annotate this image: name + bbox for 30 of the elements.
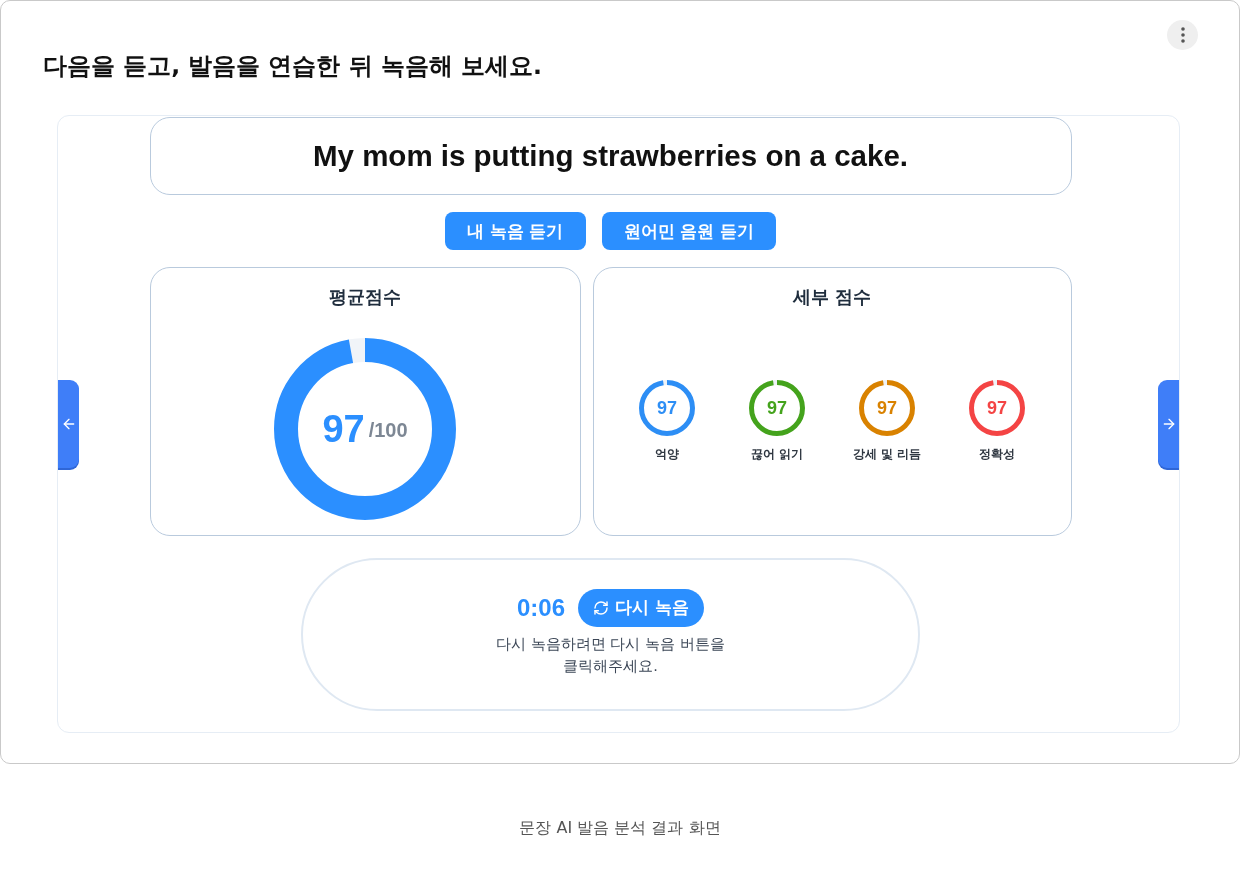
ring-track [661, 380, 668, 386]
play-button[interactable]: 원어민 음원 듣기 [601, 212, 777, 250]
score-max: /100 [368, 419, 408, 442]
score-label: 억양 [655, 446, 679, 463]
hint-text: 다시 녹음하려면 다시 녹음 버튼을 클릭해주세요. [496, 634, 725, 676]
score-label: 정확성 [979, 446, 1015, 463]
refresh-icon [593, 599, 610, 616]
score-label: 끊어 읽기 [750, 446, 804, 463]
ring-track [881, 380, 888, 386]
ring-track [348, 338, 366, 364]
recording-time: 0:06 [517, 593, 566, 622]
more-button[interactable] [1167, 20, 1198, 50]
caption-text: 문장 AI 발음 분석 결과 화면 [518, 817, 722, 839]
score-value: 97 [987, 397, 1007, 419]
more-icon [1180, 27, 1185, 43]
ring-track [991, 380, 998, 386]
score-value: 97 [322, 407, 365, 451]
card-title: 세부 점수 [792, 285, 872, 309]
card-title: 평균점수 [329, 285, 401, 309]
previous-button[interactable] [58, 380, 79, 468]
score-value: 97 [657, 397, 677, 419]
next-button[interactable] [1158, 380, 1179, 468]
retry-button[interactable]: 다시 녹음 [578, 588, 704, 627]
score-value: 97 [877, 397, 897, 419]
score-value: 97 [767, 397, 787, 419]
score-label: 강세 및 리듬 [852, 446, 922, 463]
instruction-text: 다음을 듣고, 발음을 연습한 뒤 녹음해 보세요. [43, 51, 542, 81]
sentence-text: My mom is putting strawberries on a cake. [312, 139, 909, 173]
ring-track [771, 380, 778, 386]
play-button[interactable]: 내 녹음 듣기 [444, 212, 586, 250]
